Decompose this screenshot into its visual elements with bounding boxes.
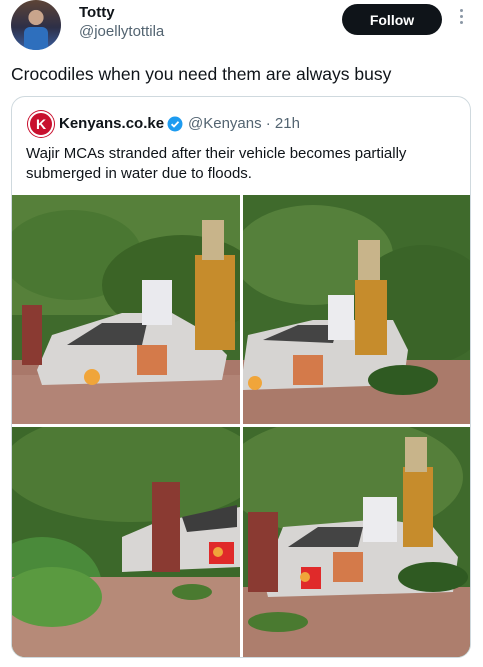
follow-button[interactable]: Follow xyxy=(342,4,442,35)
flood-photo-1[interactable] xyxy=(12,195,240,424)
user-handle[interactable]: @joellytottila xyxy=(79,23,164,40)
flood-photo-3[interactable] xyxy=(12,427,240,657)
quoted-post-card[interactable]: K Kenyans.co.ke @Kenyans · 21h Wajir MCA… xyxy=(11,96,471,658)
quoted-text: Wajir MCAs stranded after their vehicle … xyxy=(26,145,407,182)
avatar[interactable] xyxy=(11,0,61,50)
more-options-icon[interactable] xyxy=(455,6,467,28)
post-text: Crocodiles when you need them are always… xyxy=(11,64,392,84)
quoted-handle-time[interactable]: @Kenyans · 21h xyxy=(188,115,300,132)
media-grid xyxy=(12,195,470,657)
flood-photo-2[interactable] xyxy=(243,195,470,424)
quoted-display-name[interactable]: Kenyans.co.ke xyxy=(59,115,164,132)
verified-badge-icon xyxy=(167,116,183,132)
display-name[interactable]: Totty xyxy=(79,4,115,21)
kenyans-logo-icon: K xyxy=(28,111,54,137)
flood-photo-4[interactable] xyxy=(243,427,470,657)
post-header: Totty @joellytottila Follow xyxy=(0,0,483,55)
